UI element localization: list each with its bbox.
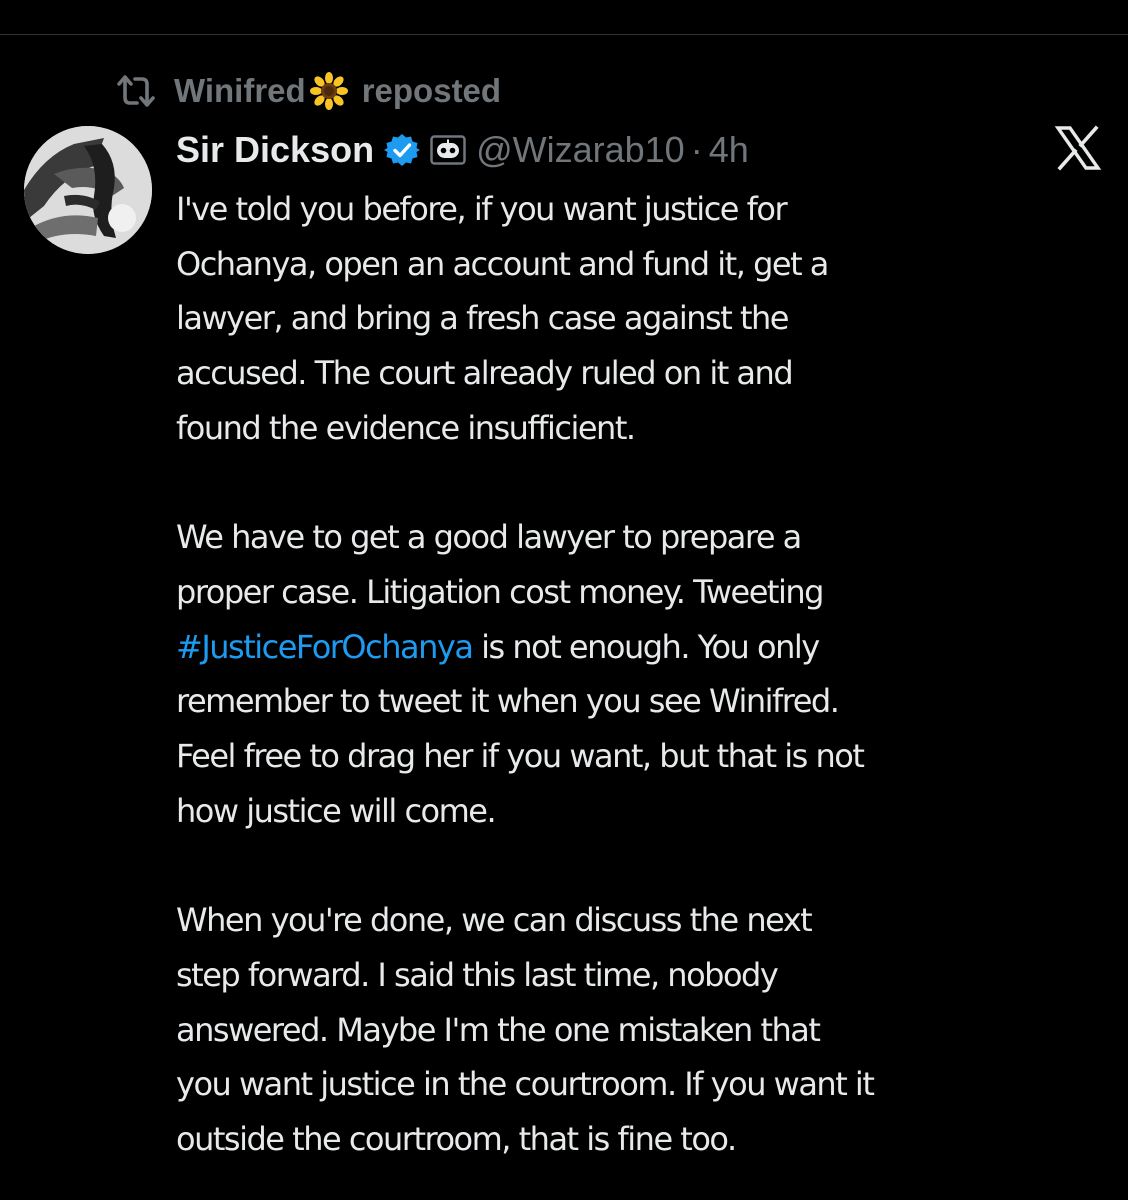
sunflower-icon xyxy=(309,72,348,110)
tweet-line: lawyer, and bring a fresh case against t… xyxy=(176,299,789,338)
top-divider xyxy=(0,34,1128,35)
tweet-text: I've told you before, if you want justic… xyxy=(176,182,1116,1167)
reposter-name[interactable]: Winifred xyxy=(174,72,306,110)
repost-label: reposted xyxy=(361,72,502,109)
author-handle[interactable]: @Wizarab10 xyxy=(476,129,685,171)
tweet-line: how justice will come. xyxy=(176,791,497,830)
automated-account-icon[interactable] xyxy=(430,135,466,165)
tweet-line: remember to tweet it when you see Winifr… xyxy=(176,682,840,721)
repost-icon xyxy=(116,71,158,111)
tweet-line: I've told you before, if you want justic… xyxy=(176,190,788,228)
tweet-line: Ochanya, open an account and fund it, ge… xyxy=(176,244,829,283)
tweet-line: accused. The court already ruled on it a… xyxy=(176,354,794,393)
paragraph-break xyxy=(176,838,1116,893)
tweet-line: proper case. Litigation cost money. Twee… xyxy=(176,572,824,611)
hashtag-link[interactable]: #JusticeForOchanya xyxy=(176,628,474,666)
tweet-line-with-hashtag: #JusticeForOchanya is not enough. You on… xyxy=(176,620,1116,675)
author-display-name[interactable]: Sir Dickson xyxy=(176,129,374,171)
tweet-line: We have to get a good lawyer to prepare … xyxy=(176,518,802,557)
header-separator: · xyxy=(690,129,703,170)
tweet-timestamp[interactable]: 4h xyxy=(709,129,749,171)
tweet-line: Feel free to drag her if you want, but t… xyxy=(176,737,865,776)
tweet-line-fragment: is not enough. You only xyxy=(472,627,820,666)
x-logo-icon[interactable] xyxy=(1054,124,1102,172)
paragraph-break xyxy=(176,456,1116,511)
verified-badge-icon[interactable] xyxy=(384,132,421,168)
tweet-line: step forward. I said this last time, nob… xyxy=(176,955,779,994)
tweet-line: found the evidence insufficient. xyxy=(176,408,636,447)
tweet-line: outside the courtroom, that is fine too. xyxy=(176,1119,737,1158)
tweet-header: Sir Dickson @Wizarab10 · 4h xyxy=(176,126,749,174)
tweet-line: you want justice in the courtroom. If yo… xyxy=(176,1065,875,1104)
tweet-line: When you're done, we can discuss the nex… xyxy=(176,901,813,940)
repost-context[interactable]: Winifred reposted xyxy=(116,68,501,114)
avatar[interactable] xyxy=(24,126,152,254)
tweet-line: answered. Maybe I'm the one mistaken tha… xyxy=(176,1010,821,1049)
